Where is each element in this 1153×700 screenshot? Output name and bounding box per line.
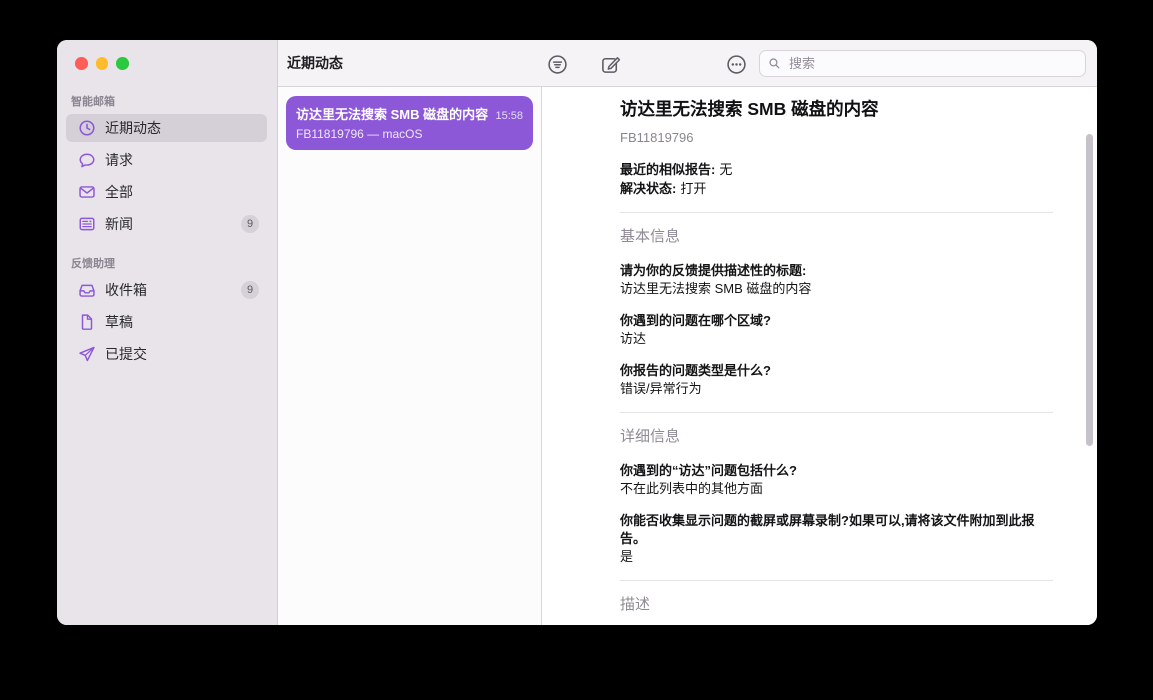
- sidebar-item-submitted[interactable]: 已提交: [66, 340, 267, 368]
- qa-block: 请为你的反馈提供描述性的标题: 访达里无法搜索 SMB 磁盘的内容: [620, 262, 1053, 298]
- question-text: 你遇到的问题在哪个区域?: [620, 313, 771, 328]
- clock-icon: [78, 119, 96, 137]
- sidebar-section-label: 智能邮箱: [71, 95, 115, 108]
- answer-text: 是: [620, 549, 634, 564]
- sidebar-item-label: 已提交: [105, 345, 147, 362]
- sidebar-item-all[interactable]: 全部: [66, 178, 267, 206]
- section-divider: [620, 212, 1053, 213]
- report-meta: 最近的相似报告: 无 解决状态: 打开: [620, 160, 1053, 198]
- chat-bubble-icon: [78, 151, 96, 169]
- sidebar-item-inbox[interactable]: 收件箱 9: [66, 276, 267, 304]
- list-header-title: 近期动态: [287, 55, 343, 71]
- ellipsis-icon: [726, 54, 746, 74]
- sidebar-item-label: 请求: [105, 151, 133, 168]
- detail-pane: 访达里无法搜索 SMB 磁盘的内容 FB11819796 最近的相似报告: 无 解…: [542, 87, 1097, 625]
- list-item-title: 访达里无法搜索 SMB 磁盘的内容: [296, 107, 489, 122]
- qa-block: 你遇到的问题在哪个区域? 访达: [620, 312, 1053, 348]
- compose-button[interactable]: [598, 52, 622, 76]
- minimize-window-button[interactable]: [95, 57, 108, 70]
- sidebar-item-drafts[interactable]: 草稿: [66, 308, 267, 336]
- meta-similar-reports: 最近的相似报告: 无: [620, 160, 1053, 179]
- qa-block: 你遇到的“访达”问题包括什么? 不在此列表中的其他方面: [620, 462, 1053, 498]
- list-item-top-row: 访达里无法搜索 SMB 磁盘的内容 15:58: [296, 104, 523, 123]
- compose-icon: [601, 56, 620, 73]
- report-id: FB11819796: [620, 130, 694, 145]
- feedback-assistant-window: 智能邮箱 近期动态 请求 全部 新闻 9 反馈助理 收件箱 9 草稿 已提交 近…: [57, 40, 1097, 625]
- answer-text: 访达: [620, 331, 647, 346]
- envelope-icon: [78, 183, 96, 201]
- document-icon: [78, 313, 96, 331]
- meta-label: 解决状态:: [620, 181, 677, 196]
- answer-text: 访达里无法搜索 SMB 磁盘的内容: [620, 281, 812, 296]
- zoom-window-button[interactable]: [116, 57, 129, 70]
- sidebar-item-requests[interactable]: 请求: [66, 146, 267, 174]
- window-controls: [57, 40, 277, 70]
- sidebar-item-news[interactable]: 新闻 9: [66, 210, 267, 238]
- list-item-subtitle: FB11819796 — macOS: [296, 127, 423, 141]
- report-title: 访达里无法搜索 SMB 磁盘的内容: [620, 99, 879, 119]
- meta-label: 最近的相似报告:: [620, 162, 716, 177]
- sidebar-section-smart-mailboxes: 智能邮箱 近期动态 请求 全部 新闻 9: [57, 93, 277, 238]
- meta-value: 无: [719, 162, 733, 177]
- search-input[interactable]: [787, 55, 1077, 72]
- section-heading-basic-info: 基本信息: [620, 228, 681, 245]
- sidebar: 智能邮箱 近期动态 请求 全部 新闻 9 反馈助理 收件箱 9 草稿 已提交: [57, 40, 278, 625]
- sidebar-item-label: 近期动态: [105, 119, 161, 136]
- section-divider: [620, 580, 1053, 581]
- question-text: 你遇到的“访达”问题包括什么?: [620, 463, 797, 478]
- sidebar-section-label: 反馈助理: [71, 257, 115, 270]
- scrollbar-thumb[interactable]: [1086, 134, 1093, 446]
- list-item[interactable]: 访达里无法搜索 SMB 磁盘的内容 15:58 FB11819796 — mac…: [286, 96, 533, 150]
- section-heading-details: 详细信息: [620, 428, 681, 445]
- newspaper-icon: [78, 215, 96, 233]
- inbox-tray-icon: [78, 281, 96, 299]
- sidebar-section-feedback-assistant: 反馈助理 收件箱 9 草稿 已提交: [57, 255, 277, 368]
- unread-count-badge: 9: [241, 280, 259, 299]
- sidebar-item-label: 收件箱: [105, 281, 147, 298]
- qa-block: 你能否收集显示问题的截屏或屏幕录制?如果可以,请将该文件附加到此报告。 是: [620, 512, 1053, 566]
- content-row: 访达里无法搜索 SMB 磁盘的内容 15:58 FB11819796 — mac…: [278, 87, 1097, 625]
- toolbar: 近期动态: [278, 40, 1097, 87]
- meta-resolution-status: 解决状态: 打开: [620, 179, 1053, 198]
- message-list: 访达里无法搜索 SMB 磁盘的内容 15:58 FB11819796 — mac…: [278, 87, 542, 625]
- unread-count-badge: 9: [241, 214, 259, 233]
- more-options-button[interactable]: [724, 52, 748, 76]
- sidebar-item-recent-activity[interactable]: 近期动态: [66, 113, 267, 142]
- list-item-time: 15:58: [495, 110, 523, 122]
- question-text: 你报告的问题类型是什么?: [620, 363, 771, 378]
- main-area: 近期动态 访达里无法搜索 SMB 磁盘的内容 15: [278, 40, 1097, 625]
- section-divider: [620, 412, 1053, 413]
- sidebar-item-label: 新闻: [105, 215, 133, 232]
- qa-block: 你报告的问题类型是什么? 错误/异常行为: [620, 362, 1053, 398]
- sidebar-item-label: 全部: [105, 183, 133, 200]
- question-text: 你能否收集显示问题的截屏或屏幕录制?如果可以,请将该文件附加到此报告。: [620, 513, 1035, 546]
- filter-button[interactable]: [545, 52, 569, 76]
- answer-text: 错误/异常行为: [620, 381, 702, 396]
- close-window-button[interactable]: [75, 57, 88, 70]
- sidebar-item-label: 草稿: [105, 313, 133, 330]
- meta-value: 打开: [680, 181, 707, 196]
- paper-plane-icon: [78, 345, 96, 363]
- search-field[interactable]: [759, 50, 1086, 77]
- answer-text: 不在此列表中的其他方面: [620, 481, 764, 496]
- search-icon: [769, 58, 780, 69]
- question-text: 请为你的反馈提供描述性的标题:: [620, 263, 807, 278]
- section-heading-description: 描述: [620, 596, 651, 613]
- filter-icon: [547, 54, 567, 74]
